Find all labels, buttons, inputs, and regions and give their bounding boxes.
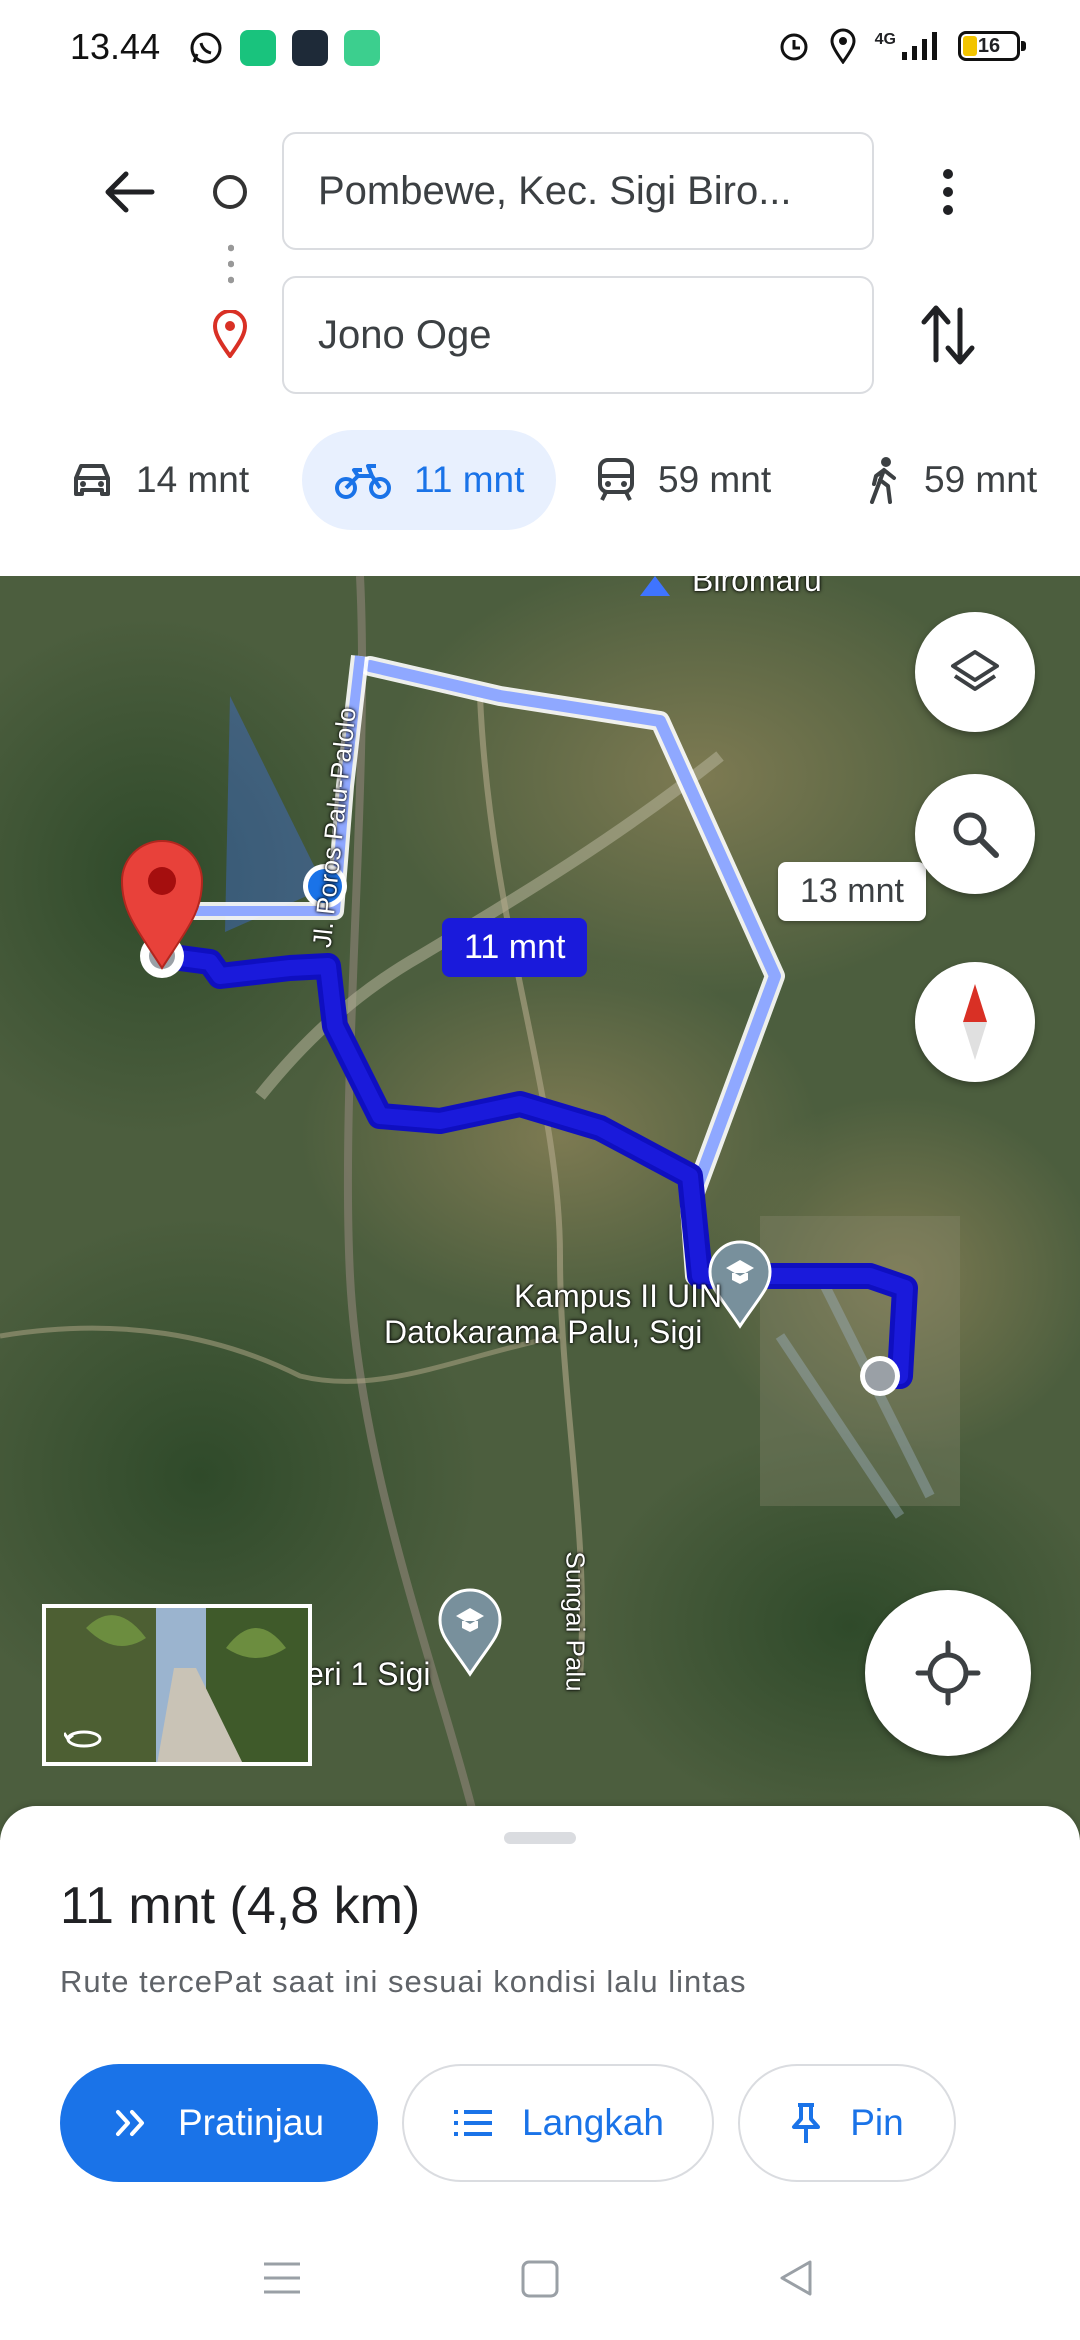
location-icon bbox=[830, 28, 856, 64]
phone-icon bbox=[344, 30, 380, 66]
map-label-school: eri 1 Sigi bbox=[306, 1656, 431, 1692]
steps-button[interactable]: Langkah bbox=[402, 2064, 714, 2182]
tab-motorcycle-label: 11 mnt bbox=[414, 459, 525, 500]
tab-transit-label: 59 mnt bbox=[658, 459, 772, 500]
destination-field[interactable]: Jono Oge bbox=[282, 276, 874, 394]
battery-icon: 16 bbox=[958, 31, 1026, 61]
menu-nav-icon[interactable] bbox=[262, 2260, 302, 2296]
layers-icon bbox=[951, 650, 999, 691]
pin-label: Pin bbox=[850, 2102, 904, 2143]
steps-label: Langkah bbox=[522, 2102, 664, 2143]
origin-field[interactable]: Pombewe, Kec. Sigi Biro... bbox=[282, 132, 874, 250]
app-icon-dark bbox=[292, 30, 328, 66]
back-nav-icon[interactable] bbox=[778, 2258, 814, 2298]
preview-label: Pratinjau bbox=[177, 2102, 325, 2143]
status-bar: 13.44 4G 16 bbox=[0, 0, 1080, 96]
alt-route-callout[interactable]: 13 mnt bbox=[778, 862, 926, 921]
tab-motorcycle[interactable]: 11 mnt bbox=[302, 430, 557, 530]
layers-button[interactable] bbox=[915, 612, 1035, 732]
list-icon bbox=[454, 2110, 493, 2136]
back-arrow-icon[interactable] bbox=[100, 162, 160, 222]
map-label-river: Sungai Palu bbox=[560, 1551, 591, 1692]
my-location-button[interactable] bbox=[865, 1590, 1031, 1756]
signal-icon bbox=[902, 32, 937, 60]
app-icon-green bbox=[240, 30, 276, 66]
map-view[interactable]: Biromaru Jl. Poros Palu-Palolo Kampus II… bbox=[0, 576, 1080, 1840]
travel-mode-tabs: 14 mnt 11 mnt 59 mnt 59 mnt bbox=[0, 430, 1080, 530]
alarm-icon bbox=[780, 33, 808, 61]
train-icon bbox=[598, 458, 634, 501]
destination-pin-icon bbox=[212, 309, 248, 360]
walk-icon bbox=[870, 457, 896, 504]
route-description: Rute tercePat saat ini sesuai kondisi la… bbox=[60, 1964, 747, 1999]
motorcycle-icon bbox=[335, 464, 391, 499]
whatsapp-icon bbox=[188, 30, 224, 66]
tab-walk-label: 59 mnt bbox=[924, 459, 1038, 500]
network-type: 4G bbox=[874, 31, 896, 48]
search-along-route-button[interactable] bbox=[915, 774, 1035, 894]
tab-car-label: 14 mnt bbox=[136, 459, 250, 500]
sheet-drag-handle[interactable] bbox=[504, 1832, 576, 1844]
tab-car[interactable]: 14 mnt bbox=[70, 430, 249, 530]
street-view-rotate-icon bbox=[64, 1730, 102, 1748]
tab-transit[interactable]: 59 mnt bbox=[596, 430, 771, 530]
map-label-campus-2: Datokarama Palu, Sigi bbox=[384, 1314, 703, 1350]
map-label-biromaru: Biromaru bbox=[692, 576, 822, 598]
car-icon bbox=[74, 464, 110, 496]
my-location-icon bbox=[915, 1640, 981, 1706]
pin-button[interactable]: Pin bbox=[738, 2064, 956, 2182]
home-nav-icon[interactable] bbox=[521, 2260, 559, 2298]
compass-icon bbox=[963, 984, 987, 1060]
double-chevron-icon bbox=[115, 2110, 144, 2136]
more-options-icon[interactable] bbox=[930, 162, 966, 222]
street-view-thumbnail[interactable] bbox=[42, 1604, 312, 1766]
route-duration-distance: 11 mnt (4,8 km) bbox=[60, 1877, 421, 1935]
tab-walk[interactable]: 59 mnt bbox=[866, 430, 1037, 530]
swap-direction-icon[interactable] bbox=[918, 300, 978, 370]
system-nav-bar bbox=[0, 2220, 1080, 2340]
search-icon bbox=[953, 812, 999, 858]
origin-circle-icon bbox=[213, 175, 247, 209]
main-route-callout[interactable]: 11 mnt bbox=[442, 918, 588, 977]
map-label-campus-1: Kampus II UIN bbox=[514, 1278, 723, 1314]
status-time: 13.44 bbox=[70, 26, 161, 67]
pin-icon bbox=[792, 2103, 821, 2143]
compass-button[interactable] bbox=[915, 962, 1035, 1082]
preview-button[interactable]: Pratinjau bbox=[60, 2064, 378, 2182]
route-dots-icon bbox=[228, 240, 234, 288]
